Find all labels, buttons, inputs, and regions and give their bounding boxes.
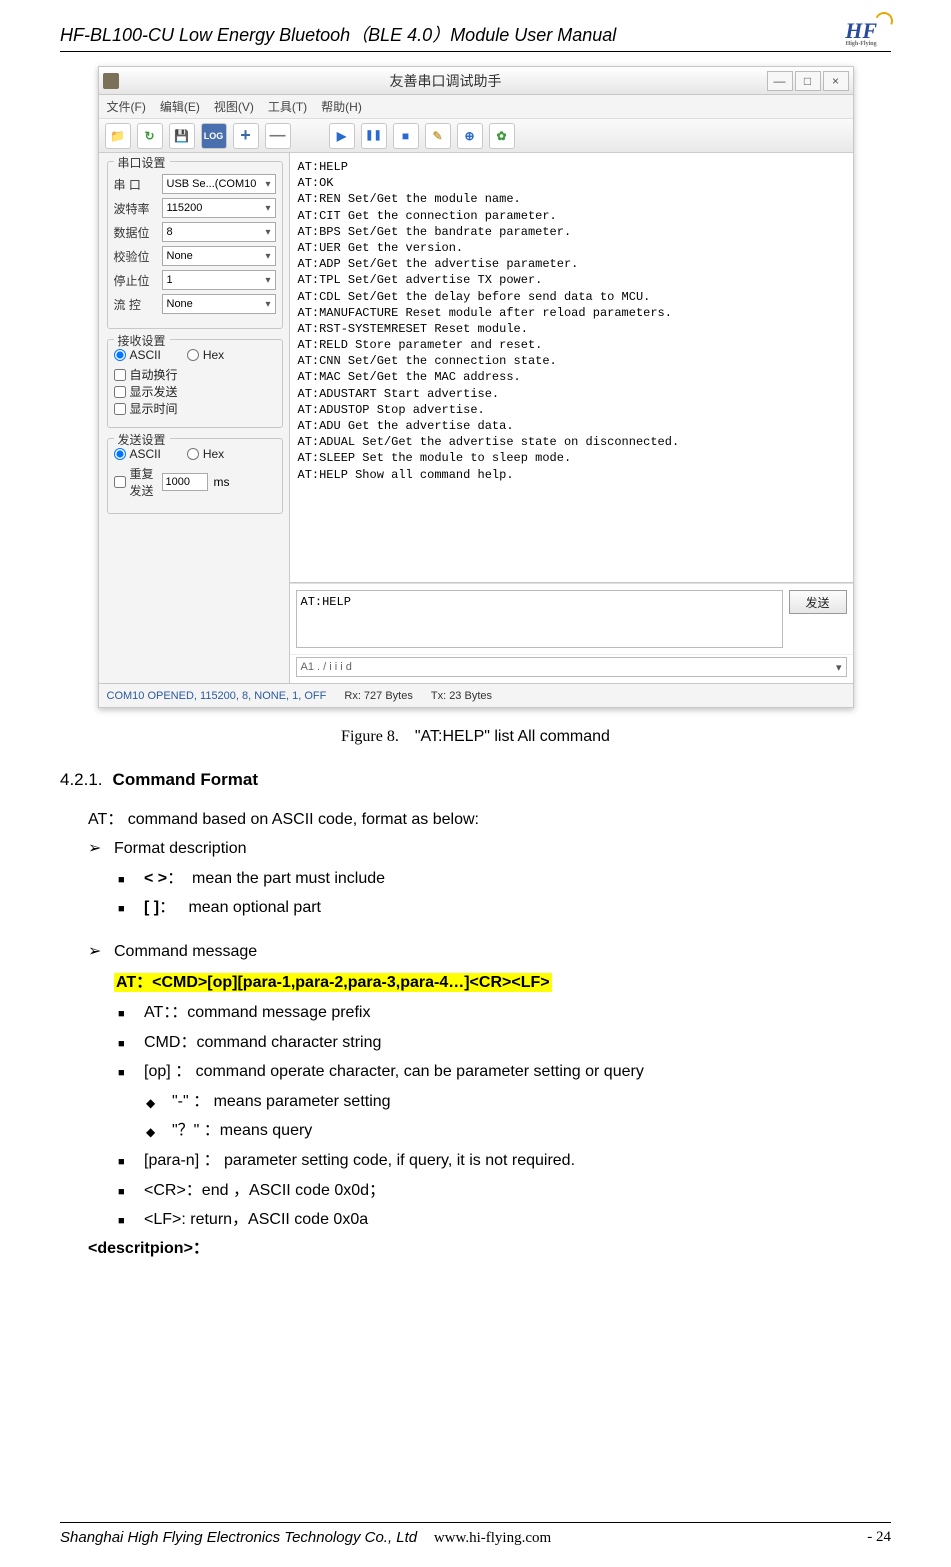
toolbar-separator xyxy=(297,123,323,149)
bullet-square-brackets: [ ]： mean optional part xyxy=(114,893,891,923)
maximize-button[interactable]: □ xyxy=(795,71,821,91)
baud-label: 波特率 xyxy=(114,200,156,217)
send-settings-label: 发送设置 xyxy=(114,431,170,448)
bullet-angle-brackets: < >： mean the part must include xyxy=(114,864,891,894)
add-icon[interactable]: + xyxy=(233,123,259,149)
databits-label: 数据位 xyxy=(114,224,156,241)
flow-combo[interactable]: None xyxy=(162,294,276,314)
sidebar: 串口设置 串 口 USB Se...(COM10 波特率 115200 数据位 8 校… xyxy=(99,153,289,683)
bullet-dash: "-" ： means parameter setting xyxy=(144,1087,891,1117)
send-ascii-radio[interactable]: ASCII xyxy=(114,447,161,461)
autowrap-check[interactable]: 自动换行 xyxy=(114,366,276,383)
send-hex-radio[interactable]: Hex xyxy=(187,447,224,461)
section-heading: 4.2.1.Command Format xyxy=(60,770,891,790)
output-panel: AT:HELP AT:OK AT:REN Set/Get the module … xyxy=(289,153,853,683)
port-settings-group: 串口设置 串 口USB Se...(COM10 波特率115200 数据位8 校… xyxy=(107,161,283,329)
parity-label: 校验位 xyxy=(114,248,156,265)
status-rx: Rx: 727 Bytes xyxy=(344,690,412,702)
refresh-icon[interactable]: ↻ xyxy=(137,123,163,149)
page-footer: Shanghai High Flying Electronics Technol… xyxy=(60,1522,891,1547)
command-format-highlight: AT：<CMD>[op][para-1,para-2,para-3,para-4… xyxy=(114,973,552,992)
tool-add-icon[interactable]: ⊕ xyxy=(457,123,483,149)
titlebar: 友善串口调试助手 — □ × xyxy=(99,67,853,95)
menu-help[interactable]: 帮助(H) xyxy=(321,98,362,115)
bullet-op: [op] ： command operate character, can be… xyxy=(114,1057,891,1146)
logo: HF High-Flying xyxy=(845,18,891,47)
bullet-format-description: Format description < >： mean the part mu… xyxy=(88,834,891,923)
stopbits-combo[interactable]: 1 xyxy=(162,270,276,290)
close-button[interactable]: × xyxy=(823,71,849,91)
bullet-question: "？" ：means query xyxy=(144,1116,891,1146)
port-settings-label: 串口设置 xyxy=(114,154,170,171)
recv-hex-radio[interactable]: Hex xyxy=(187,348,224,362)
window-title: 友善串口调试助手 xyxy=(125,71,767,91)
send-settings-group: 发送设置 ASCII Hex 重复发送 1000 ms xyxy=(107,438,283,514)
parity-combo[interactable]: None xyxy=(162,246,276,266)
output-text[interactable]: AT:HELP AT:OK AT:REN Set/Get the module … xyxy=(290,153,853,583)
showtime-check[interactable]: 显示时间 xyxy=(114,400,276,417)
bullet-para-n: [para-n] ： parameter setting code, if qu… xyxy=(114,1146,891,1176)
recv-settings-group: 接收设置 ASCII Hex 自动换行 显示发送 显示时间 xyxy=(107,339,283,428)
menubar: 文件(F) 编辑(E) 视图(V) 工具(T) 帮助(H) xyxy=(99,95,853,119)
status-tx: Tx: 23 Bytes xyxy=(431,690,492,702)
footer-company: Shanghai High Flying Electronics Technol… xyxy=(60,1529,551,1547)
play-icon[interactable]: ▶ xyxy=(329,123,355,149)
baud-combo[interactable]: 115200 xyxy=(162,198,276,218)
serial-tool-window: 友善串口调试助手 — □ × 文件(F) 编辑(E) 视图(V) 工具(T) 帮… xyxy=(98,66,854,708)
history-combo[interactable]: A1 . / i i i d xyxy=(296,657,847,677)
remove-icon[interactable]: — xyxy=(265,123,291,149)
port-combo[interactable]: USB Se...(COM10 xyxy=(162,174,276,194)
save-icon[interactable]: 💾 xyxy=(169,123,195,149)
ms-label: ms xyxy=(214,475,230,489)
send-button[interactable]: 发送 xyxy=(789,590,847,614)
intro-paragraph: AT： command based on ASCII code, format … xyxy=(88,806,891,834)
flow-label: 流 控 xyxy=(114,296,156,313)
bullet-at-prefix: AT：：command message prefix xyxy=(114,998,891,1028)
description-label: <descritpion>： xyxy=(88,1235,891,1263)
tool-wand-icon[interactable]: ✎ xyxy=(425,123,451,149)
stopbits-label: 停止位 xyxy=(114,272,156,289)
bullet-cmd: CMD：command character string xyxy=(114,1028,891,1058)
menu-edit[interactable]: 编辑(E) xyxy=(160,98,200,115)
status-connection: COM10 OPENED, 115200, 8, NONE, 1, OFF xyxy=(107,690,327,702)
menu-file[interactable]: 文件(F) xyxy=(107,98,146,115)
toolbar: 📁 ↻ 💾 LOG + — ▶ ❚❚ ■ ✎ ⊕ ✿ xyxy=(99,119,853,153)
minimize-button[interactable]: — xyxy=(767,71,793,91)
bullet-command-message: Command message AT：<CMD>[op][para-1,para… xyxy=(88,937,891,1235)
recv-settings-label: 接收设置 xyxy=(114,332,170,349)
open-icon[interactable]: 📁 xyxy=(105,123,131,149)
pause-icon[interactable]: ❚❚ xyxy=(361,123,387,149)
figure-caption: Figure 8. "AT:HELP" list All command xyxy=(60,728,891,746)
statusbar: COM10 OPENED, 115200, 8, NONE, 1, OFF Rx… xyxy=(99,683,853,707)
repeat-interval-input[interactable]: 1000 xyxy=(162,473,208,491)
bullet-cr: <CR>：end ，ASCII code 0x0d； xyxy=(114,1176,891,1206)
stop-icon[interactable]: ■ xyxy=(393,123,419,149)
databits-combo[interactable]: 8 xyxy=(162,222,276,242)
page-number: - 24 xyxy=(867,1529,891,1547)
recv-ascii-radio[interactable]: ASCII xyxy=(114,348,161,362)
app-icon xyxy=(103,73,119,89)
menu-view[interactable]: 视图(V) xyxy=(214,98,254,115)
log-icon[interactable]: LOG xyxy=(201,123,227,149)
settings-icon[interactable]: ✿ xyxy=(489,123,515,149)
menu-tools[interactable]: 工具(T) xyxy=(268,98,307,115)
showtx-check[interactable]: 显示发送 xyxy=(114,383,276,400)
send-input[interactable]: AT:HELP xyxy=(296,590,783,648)
page-title: HF-BL100-CU Low Energy Bluetooh（BLE 4.0）… xyxy=(60,21,616,47)
page-header: HF-BL100-CU Low Energy Bluetooh（BLE 4.0）… xyxy=(60,18,891,52)
repeat-check[interactable]: 重复发送 xyxy=(114,465,156,499)
port-label: 串 口 xyxy=(114,176,156,193)
bullet-lf: <LF>: return，ASCII code 0x0a xyxy=(114,1205,891,1235)
